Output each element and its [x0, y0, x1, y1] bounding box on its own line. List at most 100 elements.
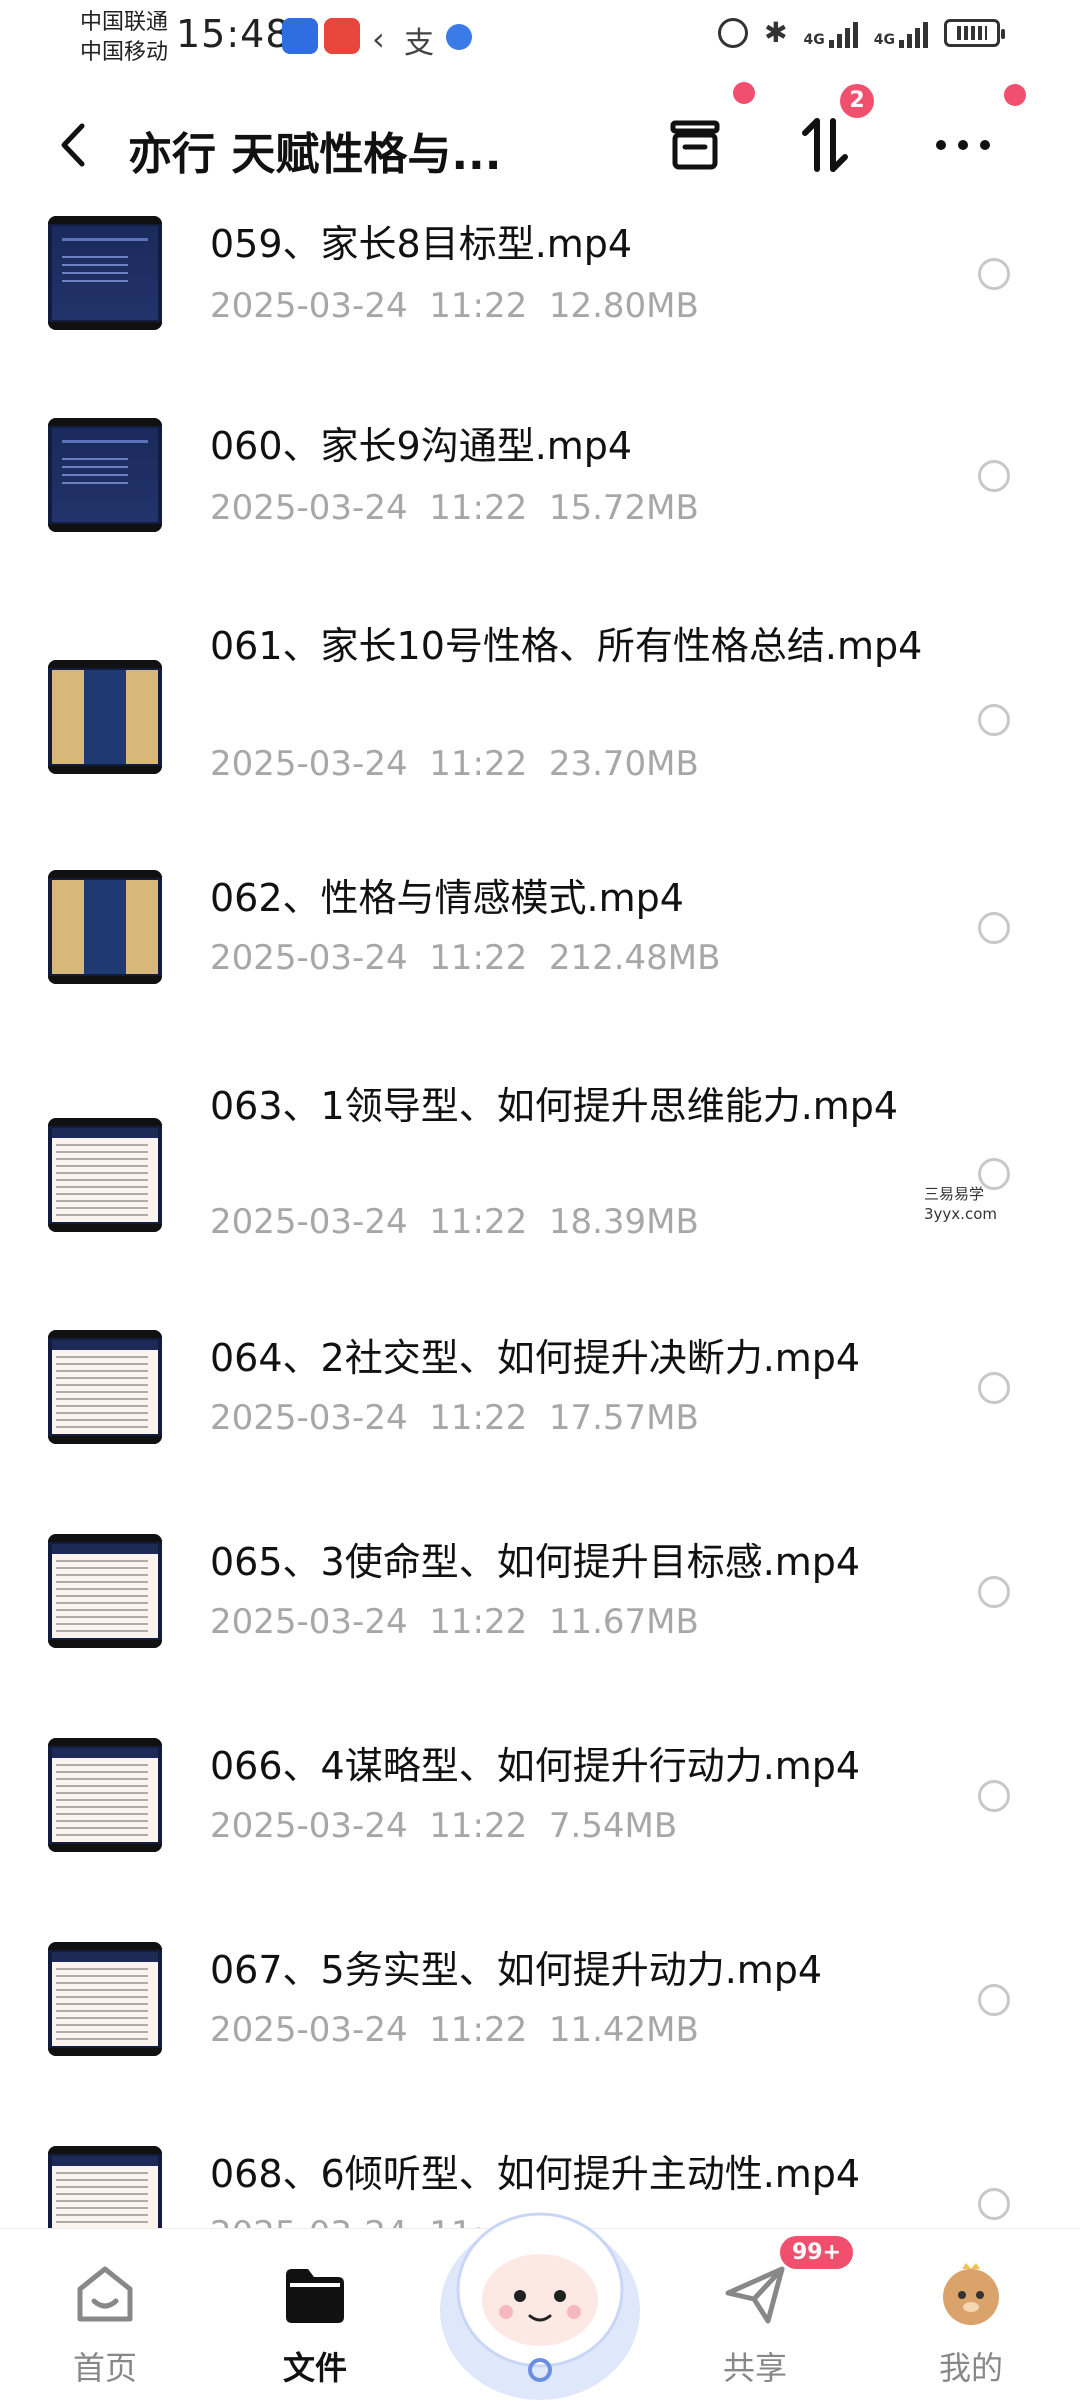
signal-icon	[899, 18, 928, 48]
folder-title: 亦行 天赋性格与...	[128, 129, 502, 180]
back-notification-icon: ‹	[372, 20, 385, 58]
video-thumbnail	[48, 1118, 162, 1232]
select-radio[interactable]	[978, 258, 1010, 290]
select-radio[interactable]	[978, 2188, 1010, 2220]
select-radio[interactable]	[978, 1780, 1010, 1812]
file-size: 12.80MB	[548, 286, 699, 326]
select-radio[interactable]	[978, 460, 1010, 492]
file-time: 11:22	[429, 1602, 528, 1642]
nav-files-label: 文件	[282, 2349, 347, 2387]
file-time: 11:22	[429, 938, 528, 978]
file-date: 2025-03-24	[210, 286, 408, 326]
file-meta: 2025-03-24 11:22 15.72MB	[210, 488, 699, 528]
file-time: 11:22	[429, 488, 528, 528]
select-radio[interactable]	[978, 704, 1010, 736]
file-size: 11.67MB	[548, 1602, 699, 1642]
video-thumbnail	[48, 1738, 162, 1852]
status-icons: ✱ 4G 4G	[718, 16, 1005, 49]
file-size: 23.70MB	[548, 744, 699, 784]
file-time: 11:22	[429, 1398, 528, 1438]
select-radio[interactable]	[978, 1372, 1010, 1404]
nav-home[interactable]: 首页	[30, 2259, 180, 2389]
file-date: 2025-03-24	[210, 1602, 408, 1642]
file-time: 11:22	[429, 2010, 528, 2050]
assistant-mascot-icon[interactable]	[430, 2170, 650, 2400]
more-notification-dot	[1004, 84, 1026, 106]
watermark-line-1: 三易易学	[924, 1185, 985, 1203]
carrier-labels: 中国联通 中国移动	[80, 8, 168, 68]
network-type-1: 4G	[803, 31, 825, 48]
file-date: 2025-03-24	[210, 744, 408, 784]
nav-share-label: 共享	[722, 2349, 787, 2387]
file-name: 066、4谋略型、如何提升行动力.mp4	[210, 1744, 861, 1788]
nav-files[interactable]: 文件	[240, 2259, 390, 2389]
file-name: 060、家长9沟通型.mp4	[210, 424, 633, 468]
nav-share[interactable]: 共享	[680, 2259, 830, 2389]
nav-home-label: 首页	[72, 2349, 137, 2387]
file-meta: 2025-03-24 11:22 18.39MB	[210, 1202, 699, 1242]
paper-plane-icon	[725, 2266, 785, 2324]
nav-mine[interactable]: 我的	[896, 2259, 1046, 2389]
more-icon	[936, 140, 990, 150]
file-size: 7.54MB	[548, 1806, 678, 1846]
file-size: 18.39MB	[548, 1202, 699, 1242]
file-name: 062、性格与情感模式.mp4	[210, 876, 684, 920]
watermark-line-2: 3yyx.com	[924, 1205, 997, 1223]
file-date: 2025-03-24	[210, 1806, 408, 1846]
file-date: 2025-03-24	[210, 938, 408, 978]
video-thumbnail	[48, 660, 162, 774]
network-type-2: 4G	[873, 31, 895, 48]
file-time: 11:22	[429, 1806, 528, 1846]
file-meta: 2025-03-24 11:22 212.48MB	[210, 938, 720, 978]
battery-icon	[944, 18, 1005, 47]
select-radio[interactable]	[978, 1984, 1010, 2016]
alarm-icon	[718, 17, 749, 48]
transfer-count-badge: 2	[840, 84, 874, 118]
more-options-button[interactable]	[928, 110, 998, 180]
file-name: 065、3使命型、如何提升目标感.mp4	[210, 1540, 861, 1584]
archive-notification-dot	[733, 82, 755, 104]
app-notification-icon	[282, 18, 318, 54]
share-notification-badge: 99+	[780, 2236, 854, 2269]
browser-notification-icon	[446, 24, 472, 50]
file-size: 15.72MB	[548, 488, 699, 528]
file-date: 2025-03-24	[210, 1398, 408, 1438]
nav-mine-label: 我的	[938, 2349, 1003, 2387]
file-meta: 2025-03-24 11:22 12.80MB	[210, 286, 699, 326]
carrier-1: 中国联通	[80, 10, 169, 35]
file-meta: 2025-03-24 11:22 23.70MB	[210, 744, 699, 784]
file-time: 11:22	[429, 744, 528, 784]
file-name: 067、5务实型、如何提升动力.mp4	[210, 1948, 823, 1992]
transfer-button[interactable]	[790, 110, 860, 180]
file-date: 2025-03-24	[210, 2010, 408, 2050]
file-date: 2025-03-24	[210, 488, 408, 528]
video-thumbnail	[48, 216, 162, 330]
video-thumbnail	[48, 1942, 162, 2056]
app-notification-icon	[324, 18, 360, 54]
file-date: 2025-03-24	[210, 1202, 408, 1242]
file-name: 061、家长10号性格、所有性格总结.mp4	[210, 624, 923, 668]
video-thumbnail	[48, 418, 162, 532]
file-time: 11:22	[429, 1202, 528, 1242]
file-meta: 2025-03-24 11:22 17.57MB	[210, 1398, 699, 1438]
bluetooth-icon: ✱	[764, 16, 788, 49]
signal-2: 4G	[874, 18, 928, 48]
status-bar: 中国联通 中国移动 15:48 ‹ 支 ✱ 4G 4G	[0, 0, 1080, 80]
home-icon	[77, 2266, 133, 2322]
file-name: 059、家长8目标型.mp4	[210, 222, 633, 266]
transfer-icon	[802, 118, 848, 172]
archive-button[interactable]	[660, 110, 730, 180]
file-meta: 2025-03-24 11:22 11.67MB	[210, 1602, 699, 1642]
select-radio[interactable]	[978, 912, 1010, 944]
watermark: 三易易学 3yyx.com	[924, 1184, 997, 1224]
file-name: 063、1领导型、如何提升思维能力.mp4	[210, 1084, 899, 1128]
back-arrow-icon[interactable]	[54, 120, 94, 170]
file-size: 11.42MB	[548, 2010, 699, 2050]
video-thumbnail	[48, 1330, 162, 1444]
signal-1: 4G	[804, 18, 858, 48]
top-bar: 亦行 天赋性格与... 2	[0, 80, 1080, 210]
folder-icon	[286, 2269, 344, 2323]
carrier-2: 中国移动	[80, 40, 169, 65]
alipay-notification-icon: 支	[404, 26, 434, 61]
select-radio[interactable]	[978, 1576, 1010, 1608]
